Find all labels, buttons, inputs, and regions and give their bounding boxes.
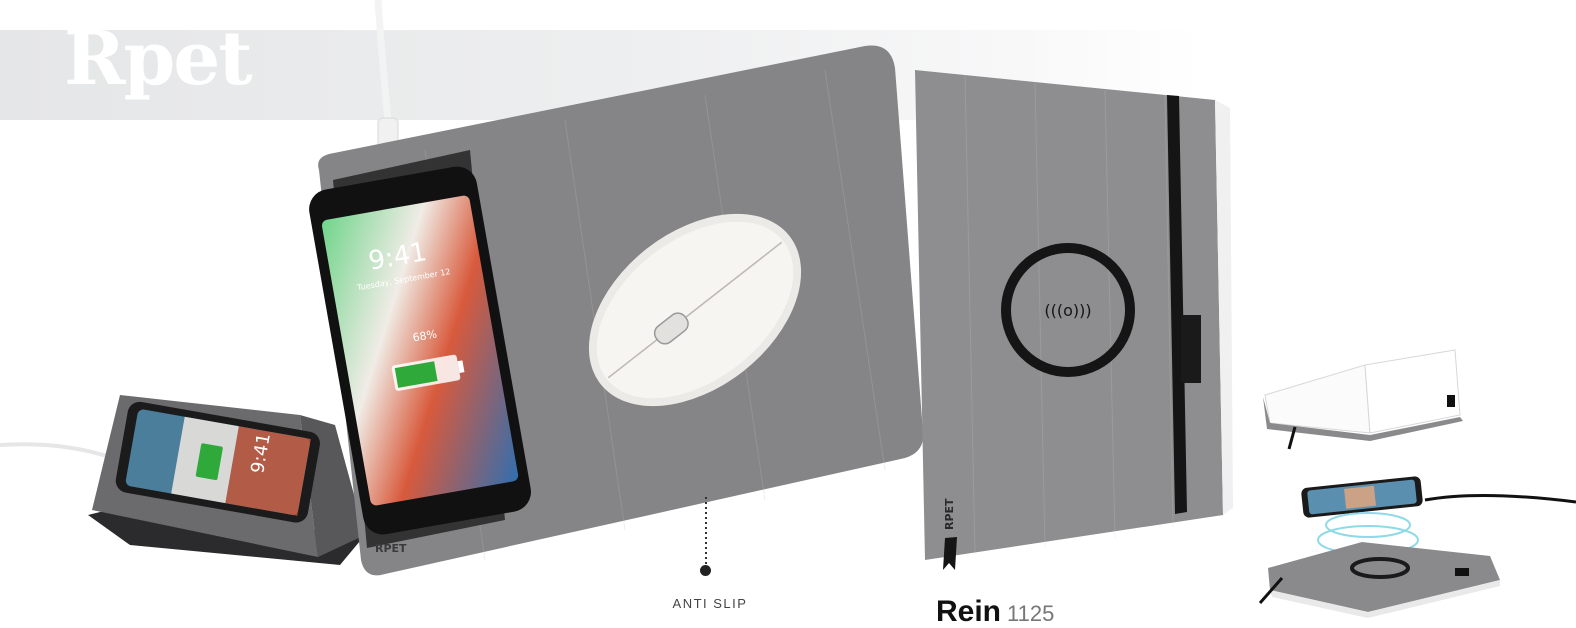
- anti-slip-callout-line: [705, 497, 707, 565]
- charging-mousepad-image: 9:41 Tuesday, September 12 68% RPET: [309, 45, 924, 576]
- open-notebook-image: [1263, 349, 1463, 450]
- product-name: Rein: [936, 595, 1002, 628]
- anti-slip-callout-dot: [700, 565, 711, 576]
- phone-charging-notebook-image: [1258, 476, 1576, 618]
- wireless-notebook-image: (((o))) RPET: [915, 70, 1233, 570]
- product-code: 1125: [1007, 601, 1055, 626]
- notebook-rpet-badge: RPET: [943, 498, 956, 530]
- page-title: Rpet: [64, 16, 253, 102]
- pad-rpet-badge: RPET: [375, 542, 407, 555]
- product-title: Rein 1125: [936, 597, 1054, 627]
- anti-slip-label: ANTI SLIP: [672, 596, 748, 611]
- notebook-wireless-symbol: (((o))): [1044, 301, 1091, 320]
